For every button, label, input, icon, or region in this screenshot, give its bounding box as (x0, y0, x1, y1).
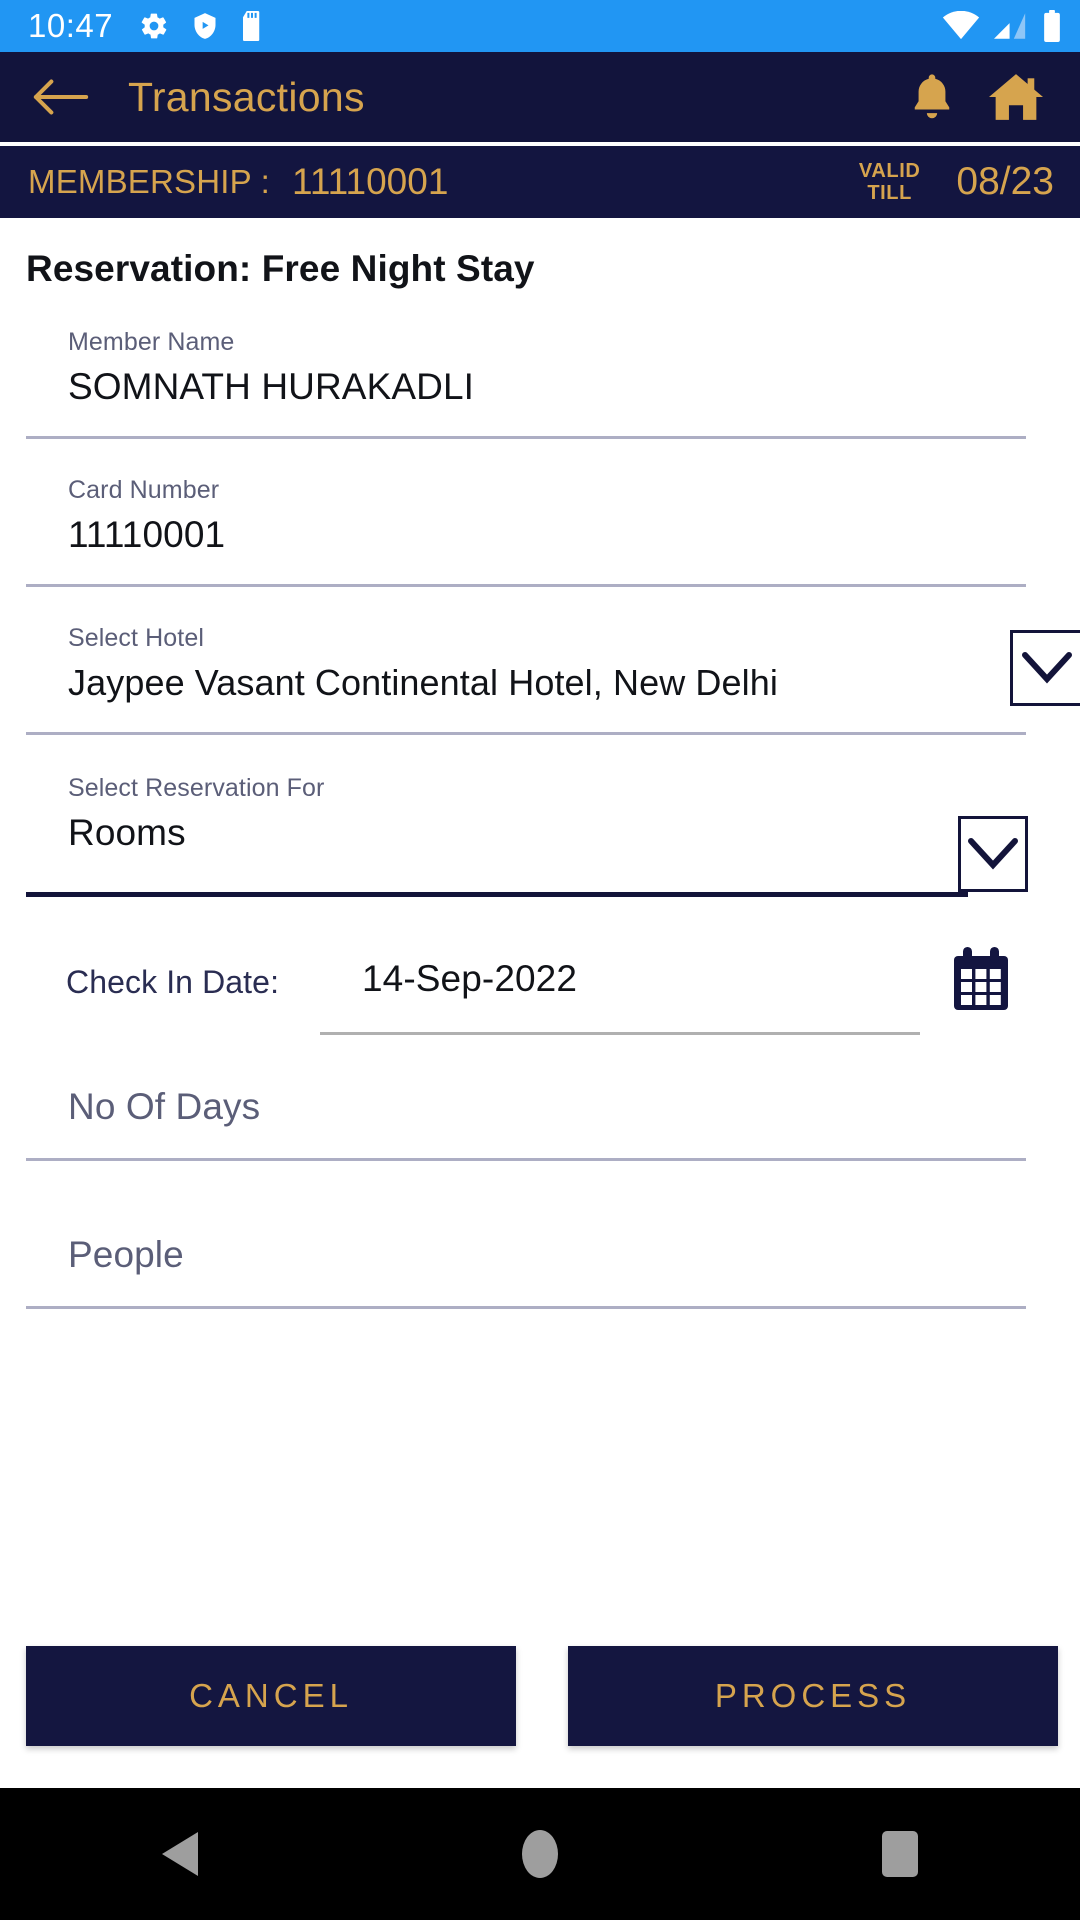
phone-screen: 10:47 Transactions MEMBERSHIP: 11110001… (0, 0, 1080, 1920)
shield-play-icon (191, 11, 219, 41)
card-number-label: Card Number (68, 476, 220, 504)
bell-icon (914, 74, 950, 119)
process-button[interactable]: PROCESS (568, 1646, 1058, 1746)
membership-number: 11110001 (292, 161, 449, 202)
calendar-icon (954, 947, 1008, 1010)
cancel-button[interactable]: CANCEL (26, 1646, 516, 1746)
form-content: Reservation: Free Night Stay Member Name… (0, 218, 1080, 1760)
check-in-date-underline (320, 1032, 920, 1035)
nav-recents-button[interactable] (810, 1804, 990, 1904)
select-hotel-label: Select Hotel (68, 624, 204, 652)
member-name-label: Member Name (68, 328, 235, 356)
select-reservation-dropdown-button[interactable] (958, 816, 1028, 892)
valid-till-line1: VALID (858, 159, 921, 182)
wifi-icon (942, 11, 980, 41)
form-title: Reservation: Free Night Stay (26, 248, 535, 289)
home-icon (989, 74, 1043, 120)
valid-till-date: 08/23 (956, 160, 1054, 203)
people-underline (26, 1306, 1026, 1309)
no-of-days-placeholder: No Of Days (68, 1086, 261, 1127)
select-hotel-underline (26, 732, 1026, 735)
battery-icon (1042, 10, 1062, 42)
notifications-button[interactable] (890, 55, 974, 139)
valid-till-line2: TILL (867, 182, 912, 204)
gear-icon (139, 11, 169, 41)
action-button-row: CANCEL PROCESS (0, 1646, 1080, 1762)
member-name-underline (26, 436, 1026, 439)
nav-back-button[interactable] (90, 1804, 270, 1904)
membership-label: MEMBERSHIP : (28, 163, 271, 200)
app-bar: Transactions (0, 52, 1080, 142)
calendar-picker-button[interactable] (950, 946, 1012, 1019)
status-bar: 10:47 (0, 0, 1080, 52)
signal-icon (994, 11, 1028, 41)
member-name-value: SOMNATH HURAKADLI (68, 366, 475, 407)
circle-home-icon (522, 1830, 558, 1878)
select-hotel-value: Jaypee Vasant Continental Hotel, New Del… (68, 662, 778, 703)
square-recents-icon (882, 1831, 918, 1877)
membership-bar: MEMBERSHIP : 11110001 VALID TILL 08/23 (0, 146, 1080, 218)
select-reservation-underline (26, 892, 968, 897)
nav-home-button[interactable] (450, 1804, 630, 1904)
valid-till-label: VALID TILL (859, 160, 921, 205)
triangle-back-icon (162, 1832, 198, 1876)
page-title-appbar: Transactions (128, 73, 365, 120)
select-reservation-value: Rooms (68, 812, 186, 853)
card-number-value: 11110001 (68, 514, 226, 555)
sd-card-icon (241, 11, 265, 41)
people-placeholder: People (68, 1234, 184, 1275)
no-of-days-underline (26, 1158, 1026, 1161)
select-reservation-label: Select Reservation For (68, 774, 325, 802)
chevron-down-icon (968, 838, 1018, 870)
chevron-down-icon (1021, 652, 1072, 684)
card-number-underline (26, 584, 1026, 587)
select-hotel-dropdown-button[interactable] (1010, 630, 1080, 706)
back-button[interactable] (22, 58, 100, 136)
check-in-date-label: Check In Date: (66, 964, 280, 1000)
arrow-left-icon (33, 79, 89, 115)
home-button[interactable] (974, 55, 1058, 139)
status-bar-clock: 10:47 (28, 7, 114, 44)
android-nav-bar (0, 1788, 1080, 1920)
check-in-date-value: 14-Sep-2022 (362, 958, 578, 999)
